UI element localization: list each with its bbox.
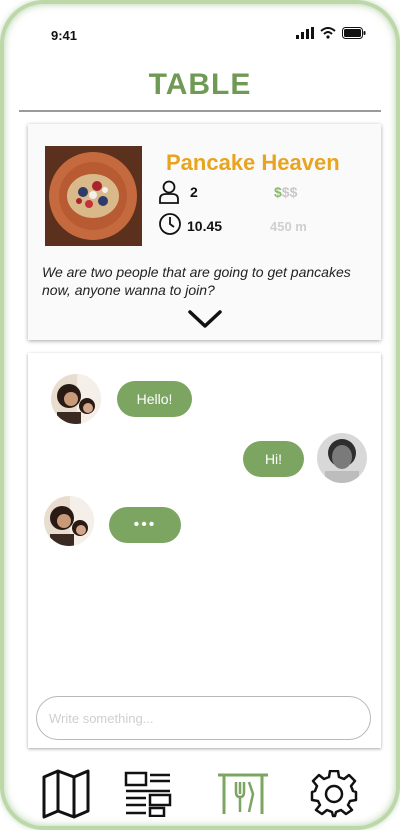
header-divider [19,110,381,112]
message-input[interactable] [36,696,371,740]
distance: 450 m [270,219,307,234]
chevron-down-icon[interactable] [187,308,223,330]
wifi-icon [320,27,336,39]
status-icons [296,27,366,39]
nav-table[interactable] [213,764,273,824]
settings-icon [310,770,358,818]
avatar [44,496,94,546]
people-count: 2 [190,184,198,200]
avatar [317,433,367,483]
message-bubble: Hi! [243,441,304,477]
restaurant-photo [45,146,142,246]
table-icon [218,773,268,814]
phone-frame: 9:41 TABLE Pancake Heaven 2 $$$ 10.45 45… [0,0,400,830]
signal-icon [296,27,314,39]
meeting-time: 10.45 [187,218,223,234]
nav-map[interactable] [36,764,96,824]
chat-panel: Hello! Hi! ••• [28,353,381,748]
page-title: TABLE [148,68,252,101]
person-icon [159,180,179,204]
restaurant-card: Pancake Heaven 2 $$$ 10.45 450 m We are … [28,124,381,340]
restaurant-name: Pancake Heaven [166,150,340,175]
price-level: $$$ [274,184,297,200]
nav-settings[interactable] [304,764,364,824]
message-bubble: Hello! [117,381,192,417]
price-inactive: $$ [281,184,298,200]
list-icon [124,771,172,817]
status-bar: 9:41 [4,4,396,64]
nav-list[interactable] [118,764,178,824]
status-time: 9:41 [51,28,78,43]
clock-icon [159,213,181,235]
avatar [51,374,101,424]
bottom-nav [4,764,396,824]
price-active: $ [274,184,282,200]
battery-icon [342,27,366,39]
description: We are two people that are going to get … [42,264,351,298]
typing-indicator: ••• [109,507,181,543]
map-icon [42,769,90,819]
